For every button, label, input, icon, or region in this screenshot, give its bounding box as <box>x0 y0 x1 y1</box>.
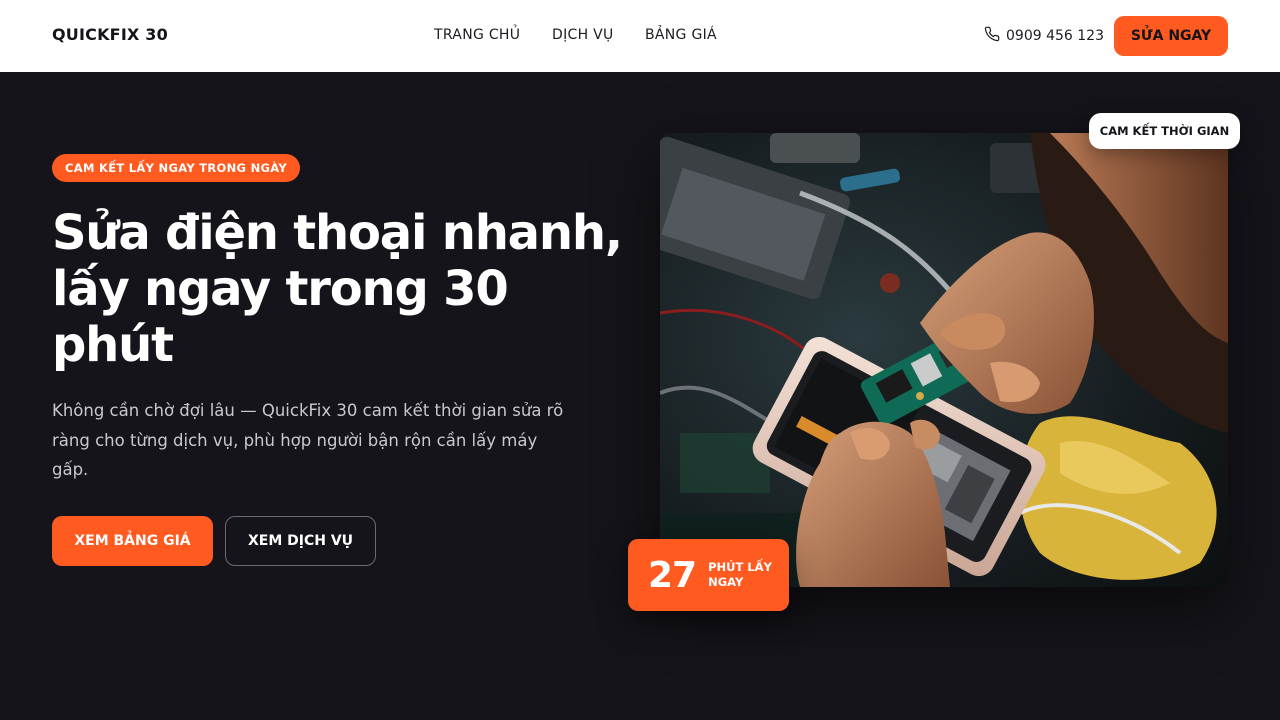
view-pricing-button[interactable]: XEM BẢNG GIÁ <box>52 516 213 566</box>
nav-link-pricing[interactable]: BẢNG GIÁ <box>645 27 717 43</box>
hero-title-line-3: phút <box>52 317 174 373</box>
hero-title-line-2: lấy ngay trong 30 <box>52 261 509 317</box>
nav-link-home[interactable]: TRANG CHỦ <box>434 27 520 43</box>
view-services-button[interactable]: XEM DỊCH VỤ <box>225 516 376 566</box>
hero-image <box>660 133 1228 587</box>
hero-description: Không cần chờ đợi lâu — QuickFix 30 cam … <box>52 401 564 479</box>
phone-icon <box>984 26 1000 46</box>
time-commitment-tag: CAM KẾT THỜI GIAN <box>1089 113 1240 149</box>
stat-card: 27 PHÚT LẤY NGAY <box>628 539 789 611</box>
hero-title: Sửa điện thoại nhanh, lấy ngay trong 30 … <box>52 205 632 373</box>
repair-now-button[interactable]: SỬA NGAY <box>1114 16 1228 56</box>
promo-badge: CAM KẾT LẤY NGAY TRONG NGÀY <box>52 154 300 182</box>
logo[interactable]: QUICKFIX 30 <box>52 25 168 44</box>
stat-label: PHÚT LẤY NGAY <box>708 560 772 589</box>
stat-value: 27 <box>648 554 697 596</box>
nav-link-services[interactable]: DỊCH VỤ <box>552 27 614 43</box>
phone-number: 0909 456 123 <box>1006 28 1104 44</box>
phone-contact[interactable]: 0909 456 123 <box>984 26 1104 46</box>
hero-title-line-1: Sửa điện thoại nhanh, <box>52 205 623 261</box>
top-header: QUICKFIX 30 TRANG CHỦ DỊCH VỤ BẢNG GIÁ 0… <box>0 0 1280 72</box>
